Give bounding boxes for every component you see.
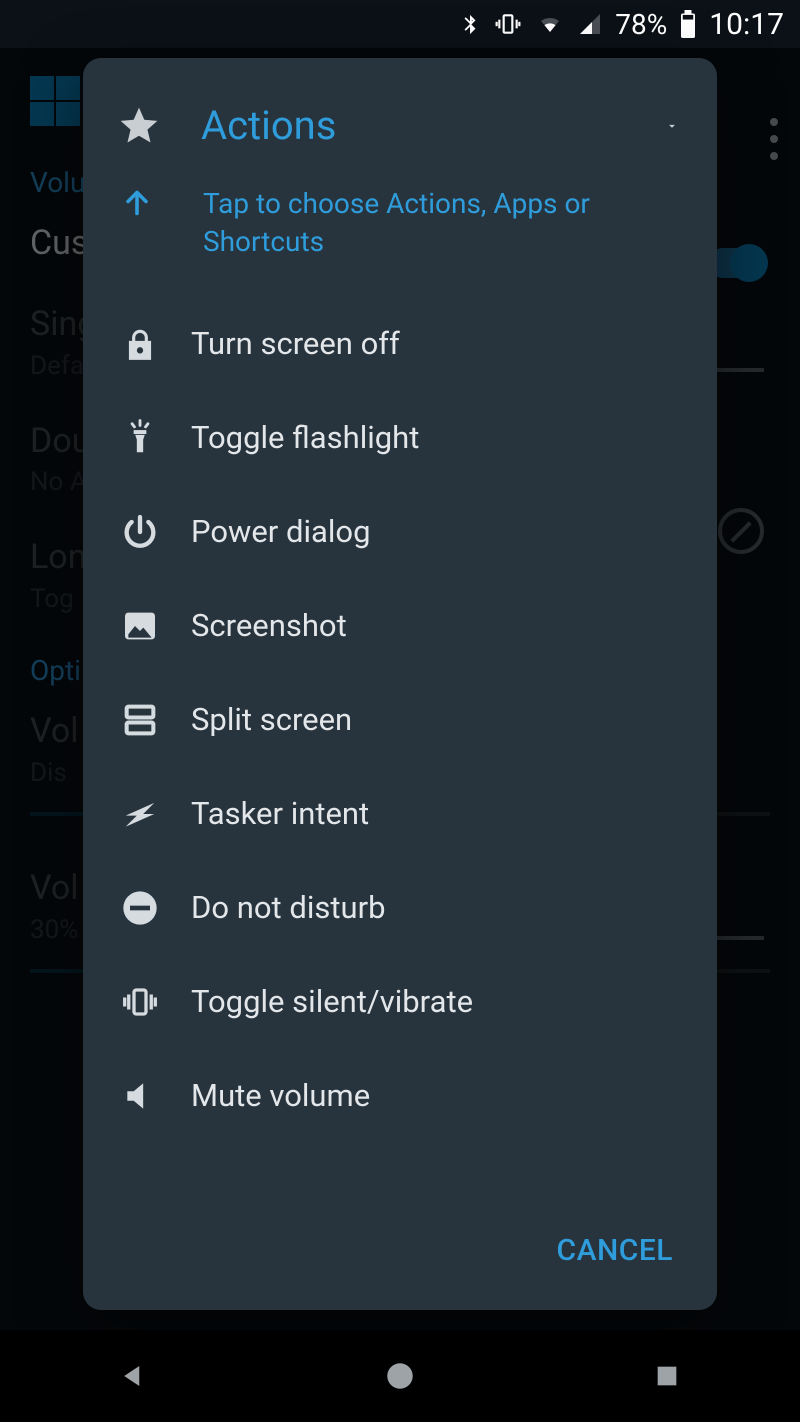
action-item[interactable]: Mute volume: [97, 1049, 703, 1143]
flashlight-icon: [117, 415, 163, 461]
image-icon: [117, 603, 163, 649]
dnd-icon: [117, 885, 163, 931]
action-item[interactable]: Do not disturb: [97, 861, 703, 955]
dialog-hint-text: Tap to choose Actions, Apps or Shortcuts: [197, 185, 683, 261]
bolt-icon: [117, 791, 163, 837]
dropdown-icon[interactable]: [661, 119, 683, 133]
action-item[interactable]: Screenshot: [97, 579, 703, 673]
nav-back-button[interactable]: [113, 1356, 153, 1396]
action-item-label: Mute volume: [191, 1077, 370, 1114]
signal-icon: [577, 12, 603, 36]
nav-recent-button[interactable]: [647, 1356, 687, 1396]
wifi-icon: [535, 12, 565, 36]
action-item[interactable]: Toggle flashlight: [97, 391, 703, 485]
action-item-label: Power dialog: [191, 513, 370, 550]
dialog-header[interactable]: Actions: [83, 58, 717, 163]
action-item[interactable]: Turn screen off: [97, 297, 703, 391]
vibrate-status-icon: [493, 11, 523, 37]
battery-icon: [679, 10, 697, 38]
cancel-button[interactable]: CANCEL: [547, 1221, 684, 1280]
star-icon: [117, 104, 161, 148]
dialog-title: Actions: [201, 102, 621, 149]
action-item-label: Do not disturb: [191, 889, 386, 926]
split-icon: [117, 697, 163, 743]
mute-icon: [117, 1073, 163, 1119]
nav-home-button[interactable]: [380, 1356, 420, 1396]
bluetooth-icon: [459, 9, 481, 39]
status-bar: 78% 10:17: [0, 0, 800, 48]
action-item-label: Split screen: [191, 701, 352, 738]
action-item[interactable]: Tasker intent: [97, 767, 703, 861]
action-item[interactable]: Power dialog: [97, 485, 703, 579]
action-item-label: Toggle silent/vibrate: [191, 983, 473, 1020]
action-item-label: Tasker intent: [191, 795, 369, 832]
navigation-bar: [0, 1330, 800, 1422]
actions-list: Turn screen off Toggle flashlight Power di…: [83, 297, 717, 1201]
action-item[interactable]: Split screen: [97, 673, 703, 767]
power-icon: [117, 509, 163, 555]
action-item-label: Screenshot: [191, 607, 347, 644]
arrow-up-icon: [117, 185, 157, 221]
lock-icon: [117, 321, 163, 367]
actions-dialog: Actions Tap to choose Actions, Apps or S…: [83, 58, 717, 1310]
battery-percent: 78%: [615, 8, 667, 41]
action-item-label: Turn screen off: [191, 325, 400, 362]
vibrate-icon: [117, 979, 163, 1025]
clock: 10:17: [709, 7, 784, 42]
action-item-label: Toggle flashlight: [191, 419, 419, 456]
action-item[interactable]: Toggle silent/vibrate: [97, 955, 703, 1049]
dialog-hint: Tap to choose Actions, Apps or Shortcuts: [83, 163, 717, 297]
